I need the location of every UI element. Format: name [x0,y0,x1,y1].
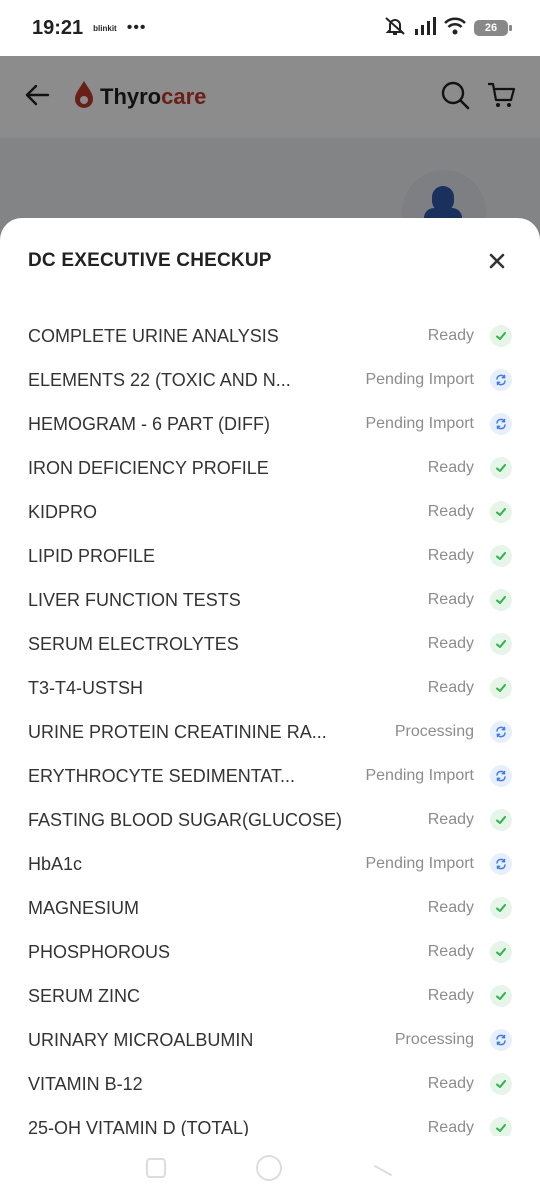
test-row[interactable]: IRON DEFICIENCY PROFILE Ready [0,446,540,490]
test-status: Processing [394,723,474,740]
test-name: ERYTHROCYTE SEDIMENTAT... [28,765,296,786]
test-name: ELEMENTS 22 (TOXIC AND N... [28,369,291,390]
system-nav-bar [0,1136,540,1200]
status-more-dots: ••• [126,19,147,36]
check-icon [490,897,512,919]
test-name: LIPID PROFILE [28,545,156,566]
test-row[interactable]: LIPID PROFILE Ready [0,534,540,578]
test-status: Ready [427,591,474,608]
test-row[interactable]: PHOSPHOROUS Ready [0,930,540,974]
test-row[interactable]: URINE PROTEIN CREATININE RA... Processing [0,710,540,754]
check-icon [490,457,512,479]
sync-icon [490,721,512,743]
test-status: Pending Import [365,371,474,388]
test-name: HEMOGRAM - 6 PART (DIFF) [28,413,271,434]
test-row[interactable]: SERUM ZINC Ready [0,974,540,1018]
check-icon [490,325,512,347]
sheet-title: DC EXECUTIVE CHECKUP [28,250,272,271]
test-name: FASTING BLOOD SUGAR(GLUCOSE) [28,809,343,830]
test-status-sheet: DC EXECUTIVE CHECKUP COMPLETE URINE ANAL… [0,218,540,1200]
test-status: Ready [427,547,474,564]
test-name: KIDPRO [28,501,98,522]
test-status: Ready [427,679,474,696]
check-icon [490,985,512,1007]
sync-icon [490,765,512,787]
test-row[interactable]: FASTING BLOOD SUGAR(GLUCOSE) Ready [0,798,540,842]
test-name: LIVER FUNCTION TESTS [28,589,241,610]
test-row[interactable]: T3-T4-USTSH Ready [0,666,540,710]
test-name: T3-T4-USTSH [28,677,144,698]
test-status: Pending Import [365,855,474,872]
test-name: PHOSPHOROUS [28,941,171,962]
test-status: Ready [427,635,474,652]
test-name: URINARY MICROALBUMIN [28,1029,254,1050]
signal-icon [414,16,436,40]
test-name: IRON DEFICIENCY PROFILE [28,457,269,478]
check-icon [490,809,512,831]
check-icon [490,633,512,655]
test-status: Pending Import [365,767,474,784]
sync-icon [490,1029,512,1051]
back-nav-icon[interactable] [372,1155,394,1182]
mute-icon [384,16,406,41]
test-row[interactable]: HEMOGRAM - 6 PART (DIFF) Pending Import [0,402,540,446]
test-row[interactable]: ERYTHROCYTE SEDIMENTAT... Pending Import [0,754,540,798]
recents-icon[interactable] [146,1158,166,1178]
test-status: Ready [427,1075,474,1092]
test-name: VITAMIN B-12 [28,1073,143,1094]
sync-icon [490,413,512,435]
test-name: SERUM ELECTROLYTES [28,633,239,654]
close-button[interactable] [482,246,512,276]
test-row[interactable]: COMPLETE URINE ANALYSIS Ready [0,314,540,358]
test-status: Ready [427,811,474,828]
test-status: Ready [427,899,474,916]
test-status: Ready [427,459,474,476]
test-status: Ready [427,1119,474,1136]
test-row[interactable]: VITAMIN B-12 Ready [0,1062,540,1106]
test-row[interactable]: URINARY MICROALBUMIN Processing [0,1018,540,1062]
test-row[interactable]: HbA1c Pending Import [0,842,540,886]
check-icon [490,545,512,567]
test-row[interactable]: MAGNESIUM Ready [0,886,540,930]
status-indicators: 26 [384,16,512,41]
test-status: Pending Import [365,415,474,432]
sync-icon [490,369,512,391]
check-icon [490,1073,512,1095]
test-status: Ready [427,327,474,344]
close-icon [489,253,505,269]
battery-icon: 26 [474,20,512,36]
check-icon [490,1117,512,1136]
status-app-label: blinkit [93,23,117,33]
check-icon [490,941,512,963]
test-row[interactable]: 25-OH VITAMIN D (TOTAL) Ready [0,1106,540,1136]
status-bar: 19:21 blinkit ••• 26 [0,0,540,56]
test-name: URINE PROTEIN CREATININE RA... [28,721,327,742]
test-name: COMPLETE URINE ANALYSIS [28,325,279,346]
test-row[interactable]: SERUM ELECTROLYTES Ready [0,622,540,666]
test-row[interactable]: LIVER FUNCTION TESTS Ready [0,578,540,622]
sync-icon [490,853,512,875]
check-icon [490,677,512,699]
test-name: SERUM ZINC [28,985,140,1006]
test-status: Ready [427,503,474,520]
test-name: MAGNESIUM [28,897,140,918]
test-name: 25-OH VITAMIN D (TOTAL) [28,1117,250,1137]
test-name: HbA1c [28,853,83,874]
wifi-icon [444,17,466,40]
home-icon[interactable] [256,1155,282,1181]
sheet-header: DC EXECUTIVE CHECKUP [0,218,540,304]
check-icon [490,501,512,523]
test-status: Ready [427,943,474,960]
test-row[interactable]: KIDPRO Ready [0,490,540,534]
test-row[interactable]: ELEMENTS 22 (TOXIC AND N... Pending Impor… [0,358,540,402]
test-list: COMPLETE URINE ANALYSIS Ready ELEMENTS 22 … [0,314,540,1136]
test-status: Processing [394,1031,474,1048]
check-icon [490,589,512,611]
status-time: 19:21 [32,16,84,39]
test-status: Ready [427,987,474,1004]
